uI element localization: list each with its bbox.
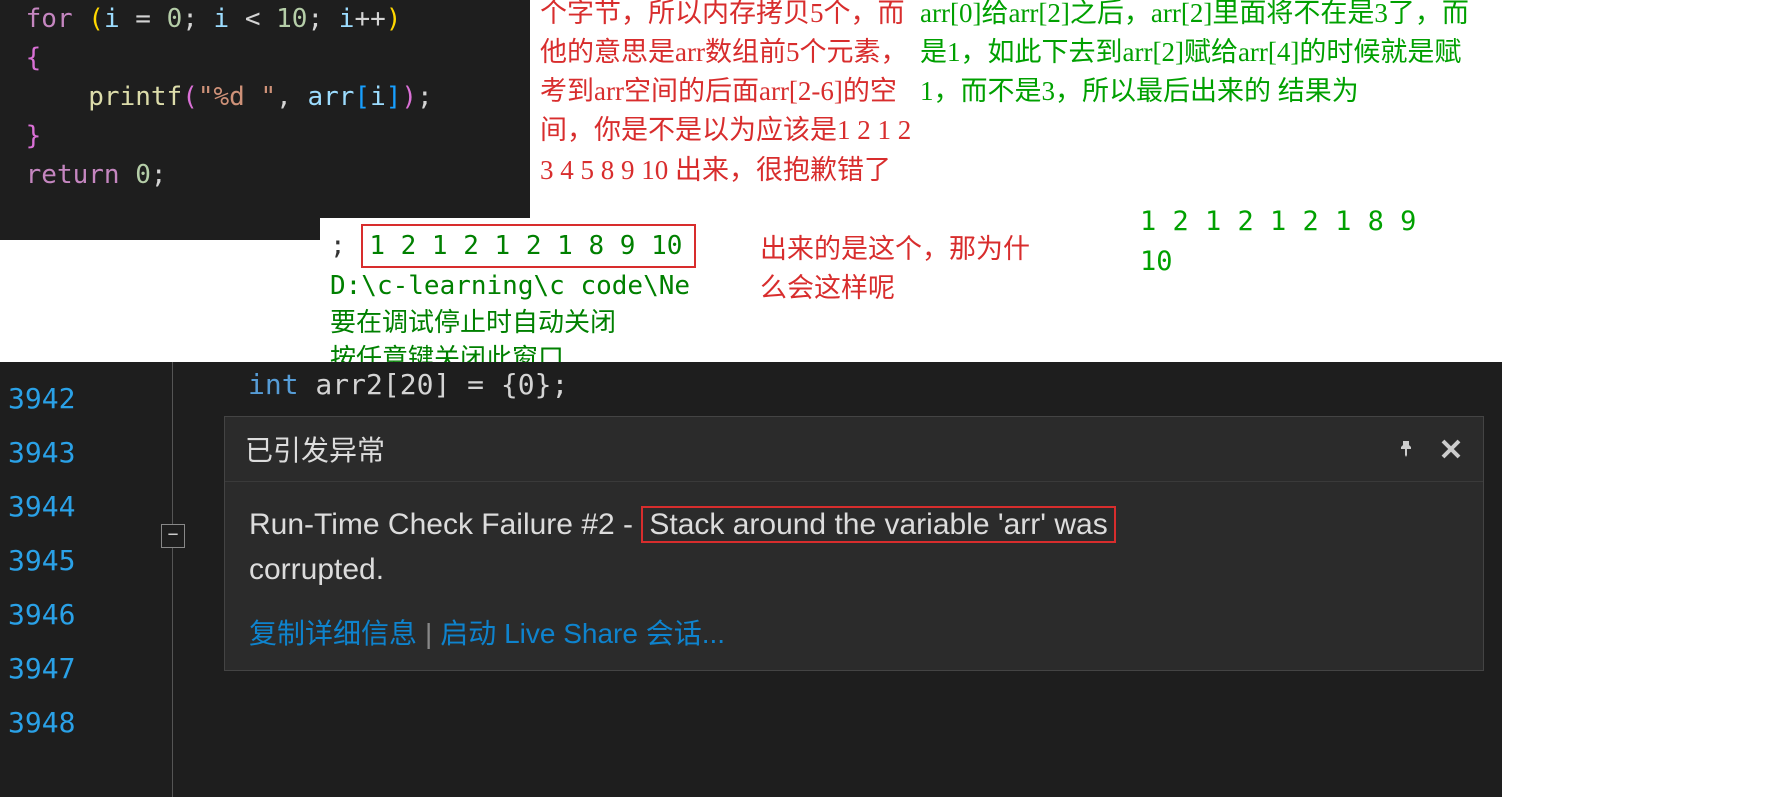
exception-popup: 已引发异常 Run-Time Check Failure #2 - Stack … — [224, 416, 1484, 671]
console-result-highlight: 1 2 1 2 1 2 1 8 9 10 — [361, 224, 696, 268]
line-number: 3947 — [8, 642, 88, 696]
line-number: 3946 — [8, 588, 88, 642]
annotation-green-result-cont: 10 — [1140, 246, 1173, 277]
console-prefix: ; — [330, 231, 346, 261]
annotation-green-explanation: arr[0]给arr[2]之后，arr[2]里面将不在是3了，而是1，如此下去到… — [920, 0, 1480, 111]
pin-icon[interactable] — [1395, 437, 1419, 461]
console-output: ; 1 2 1 2 1 2 1 8 9 10 D:\c-learning\c c… — [320, 218, 780, 384]
close-icon[interactable] — [1439, 437, 1463, 461]
annotation-red-explanation: 个字节，所以内存拷贝5个，而他的意思是arr数组前5个元素，考到arr空间的后面… — [540, 0, 920, 190]
annotation-green-result: 1 2 1 2 1 2 1 8 9 — [1140, 206, 1416, 237]
keyword-for: for — [26, 4, 73, 34]
code-editor-snippet: for (i = 0; i < 10; i++) { printf("%d ",… — [0, 0, 530, 240]
annotation-red-question: 出来的是这个，那为什么会这样呢 — [760, 230, 1040, 308]
exception-highlight: Stack around the variable 'arr' was — [641, 506, 1115, 543]
line-number-gutter: 3942 3943 3944 3945 3946 3947 3948 — [0, 362, 88, 797]
exception-header: 已引发异常 — [225, 417, 1483, 482]
exception-title: 已引发异常 — [245, 429, 385, 469]
fold-guide-line: − — [172, 362, 201, 797]
line-number: 3945 — [8, 534, 88, 588]
code-content-area[interactable]: − int arr2[20] = {0}; 已引发异常 Run-Time Che… — [88, 362, 1502, 797]
ide-editor-panel: 3942 3943 3944 3945 3946 3947 3948 − int… — [0, 362, 1502, 797]
console-msg1: 要在调试停止时自动关闭 — [330, 308, 616, 338]
code-line-int-arr2: int arr2[20] = {0}; — [248, 368, 568, 401]
line-number: 3948 — [8, 696, 88, 750]
fold-collapse-icon[interactable]: − — [161, 524, 185, 548]
copy-details-link[interactable]: 复制详细信息 — [249, 618, 417, 649]
live-share-link[interactable]: 启动 Live Share 会话... — [440, 618, 725, 649]
line-number: 3943 — [8, 426, 88, 480]
exception-message: Run-Time Check Failure #2 - Stack around… — [225, 482, 1483, 612]
line-number: 3944 — [8, 480, 88, 534]
line-number: 3942 — [8, 372, 88, 426]
console-path: D:\c-learning\c code\Ne — [330, 271, 690, 301]
printf-call: printf — [88, 82, 182, 112]
exception-links-row: 复制详细信息|启动 Live Share 会话... — [225, 612, 1483, 670]
